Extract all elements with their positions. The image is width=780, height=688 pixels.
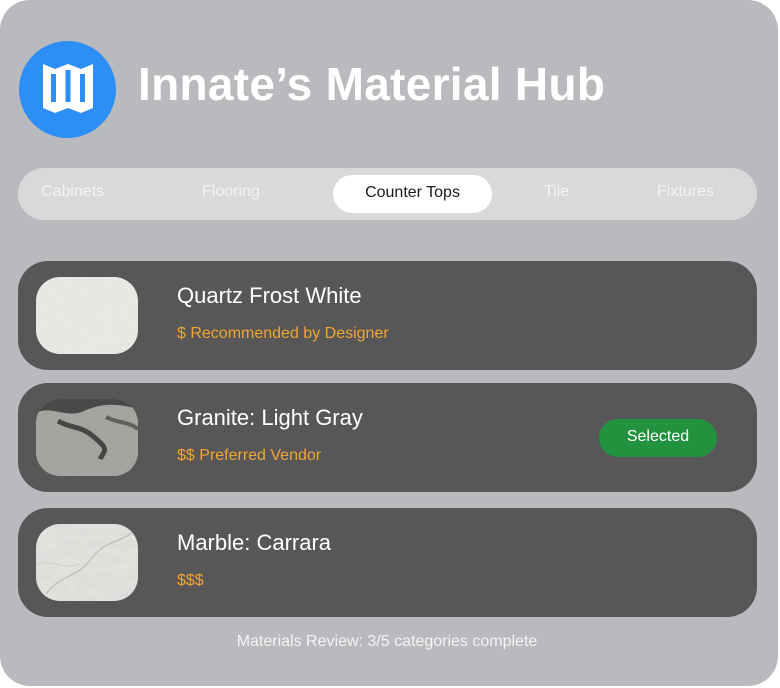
material-row-granite[interactable]: Granite: Light Gray $$ Preferred Vendor … [18, 383, 757, 492]
book-open-icon [37, 56, 99, 123]
selected-badge-button[interactable]: Selected [599, 419, 717, 457]
tab-counter-tops[interactable]: Counter Tops [333, 175, 492, 213]
material-row-marble[interactable]: Marble: Carrara $$$ [18, 508, 757, 617]
page-title: Innate’s Material Hub [138, 58, 606, 110]
material-hub-card: Innate’s Material Hub Cabinets Flooring … [0, 0, 778, 686]
quartz-swatch-image [36, 277, 138, 354]
tab-cabinets[interactable]: Cabinets [41, 168, 104, 220]
material-name: Granite: Light Gray [177, 405, 363, 430]
material-row-quartz[interactable]: Quartz Frost White $ Recommended by Desi… [18, 261, 757, 370]
granite-swatch-image [36, 399, 138, 476]
material-name: Marble: Carrara [177, 530, 332, 555]
material-price: $ Recommended by Designer [177, 325, 389, 342]
category-tabs: Cabinets Flooring Counter Tops Tile Fixt… [18, 168, 757, 220]
tab-fixtures[interactable]: Fixtures [657, 168, 714, 220]
tab-tile[interactable]: Tile [544, 168, 569, 220]
review-progress-status: Materials Review: 3/5 categories complet… [236, 633, 538, 650]
logo [19, 41, 116, 138]
material-price: $$$ [177, 572, 204, 589]
material-price: $$ Preferred Vendor [177, 447, 322, 464]
tab-flooring[interactable]: Flooring [202, 168, 260, 220]
material-name: Quartz Frost White [177, 283, 362, 308]
marble-swatch-image [36, 524, 138, 601]
